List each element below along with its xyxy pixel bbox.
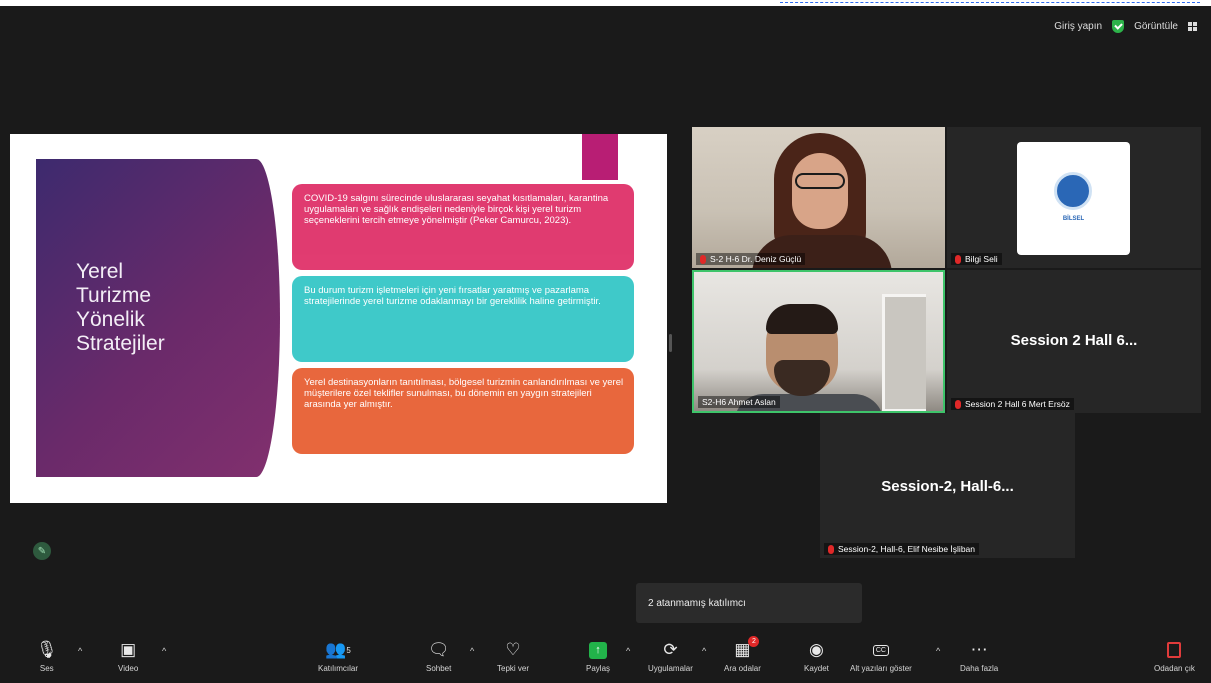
record-label: Kaydet [804,664,829,673]
background-door [882,294,926,411]
slide-title-line: Yönelik [76,308,145,331]
video-button[interactable]: ▣ Video [118,638,138,673]
audio-button[interactable]: 🎙 Ses [36,638,58,673]
selection-dash-line [780,2,1200,4]
participant-name-label: Session-2, Hall-6, Elif Nesibe İşliban [824,543,980,555]
logo-text: BİLSEL [1062,216,1085,222]
breakout-rooms-button[interactable]: ▦ 2 Ara odalar [724,636,761,673]
video-label: Video [118,664,139,673]
pen-cursor-icon: ✎ [33,542,51,560]
muted-mic-icon: 🎙 [36,640,58,659]
participants-label: Katılımcılar [318,664,359,673]
participant-display-name: Session-2, Hall-6... [881,478,1014,495]
chat-button[interactable]: 🗨 Sohbet [426,638,451,673]
globe-logo-icon [1054,172,1092,210]
slide-title-line: Yerel [76,260,124,283]
participant-video-tile[interactable]: Session 2 Hall 6... Session 2 Hall 6 Mer… [947,270,1201,413]
leave-room-button[interactable]: Odadan çık [1154,638,1195,673]
participant-face [792,153,848,229]
more-icon: ⋯ [970,640,988,659]
participants-icon: 👥 5 [325,640,351,659]
participant-video-tile[interactable]: BİLSEL Bilgi Seli [947,127,1201,268]
slide-title-line: Turizme [76,284,152,307]
breakout-rooms-icon: ▦ 2 [734,636,760,662]
captions-button[interactable]: CC Alt yazıları göster [850,638,912,673]
apps-label: Uygulamalar [648,664,693,673]
shared-screen-slide: Yerel Turizme Yönelik Stratejiler COVID-… [10,134,667,503]
meeting-toolbar: 🎙 Ses ^ ▣ Video ^ 👥 5 Katılımcılar 🗨 Sohb… [0,634,1211,683]
leave-icon [1167,638,1182,662]
slide-text-box-1: COVID-19 salgını sürecinde uluslararası … [292,184,634,270]
view-button[interactable]: Görüntüle [1134,21,1178,32]
breakout-rooms-label: Ara odalar [724,664,761,673]
participant-name-label: S2-H6 Ahmet Aslan [698,396,780,408]
participant-name: Session 2 Hall 6 Mert Ersöz [965,399,1070,409]
reactions-button[interactable]: ♡ Tepki ver [497,638,529,673]
breakout-badge: 2 [748,636,760,647]
participant-hair [766,304,838,334]
slide-title: Yerel Turizme Yönelik Stratejiler [76,260,165,356]
apps-options-caret[interactable]: ^ [702,646,706,656]
participant-video-tile[interactable]: Session-2, Hall-6... Session-2, Hall-6, … [820,413,1075,558]
slide-title-line: Stratejiler [76,332,165,355]
muted-mic-icon [955,254,961,264]
record-icon: ◉ [809,640,824,659]
more-label: Daha fazla [960,664,999,673]
captions-options-caret[interactable]: ^ [936,646,940,656]
captions-label: Alt yazıları göster [850,664,912,673]
sign-in-link[interactable]: Giriş yapın [1054,21,1102,32]
unassigned-participants-tooltip: 2 atanmamış katılımcı [636,583,862,623]
share-icon: ↑ [589,638,607,662]
muted-mic-icon [955,399,961,409]
participant-name-label: Session 2 Hall 6 Mert Ersöz [951,398,1074,410]
muted-mic-icon [700,254,706,264]
reactions-label: Tepki ver [497,664,530,673]
slide-text-box-2: Bu durum turizm işletmeleri için yeni fı… [292,276,634,362]
panel-resize-handle[interactable] [669,334,672,352]
share-options-caret[interactable]: ^ [626,646,630,656]
leave-label: Odadan çık [1154,664,1195,673]
video-options-caret[interactable]: ^ [162,646,166,656]
participant-name: S2-H6 Ahmet Aslan [702,397,776,407]
glasses-shape [795,173,845,189]
more-button[interactable]: ⋯ Daha fazla [960,638,998,673]
participant-video-tile[interactable]: S-2 H-6 Dr. Deniz Güçlü [692,127,945,268]
apps-button[interactable]: ⟳ Uygulamalar [648,638,693,673]
captions-icon: CC [872,638,889,662]
slide-text-box-3: Yerel destinasyonların tanıtılması, bölg… [292,368,634,454]
shield-icon[interactable] [1112,20,1125,33]
participant-display-name: Session 2 Hall 6... [1010,332,1138,349]
participant-name: S-2 H-6 Dr. Deniz Güçlü [710,254,802,264]
apps-icon: ⟳ [663,640,678,659]
participant-name: Session-2, Hall-6, Elif Nesibe İşliban [838,544,976,554]
record-button[interactable]: ◉ Kaydet [804,638,829,673]
top-right-bar: Giriş yapın Görüntüle [1054,20,1197,33]
video-off-icon: ▣ [120,640,137,659]
audio-options-caret[interactable]: ^ [78,646,82,656]
participant-logo-card: BİLSEL [1017,142,1130,255]
audio-label: Ses [39,664,54,673]
grid-view-icon[interactable] [1188,22,1197,31]
participant-name: Bilgi Seli [965,254,998,264]
slide-accent-bar [582,134,618,180]
participants-count: 5 [346,645,351,655]
chat-options-caret[interactable]: ^ [470,646,474,656]
participants-button[interactable]: 👥 5 Katılımcılar [318,638,358,673]
top-edge-strip [0,0,1211,6]
chat-icon: 🗨 [427,640,450,659]
participant-beard [774,360,830,396]
muted-mic-icon [828,544,834,554]
share-label: Paylaş [586,664,611,673]
heart-icon: ♡ [505,640,521,659]
chat-label: Sohbet [426,664,452,673]
participant-name-label: Bilgi Seli [951,253,1002,265]
participant-name-label: S-2 H-6 Dr. Deniz Güçlü [696,253,806,265]
share-button[interactable]: ↑ Paylaş [586,638,610,673]
active-speaker-video-tile[interactable]: S2-H6 Ahmet Aslan [692,270,945,413]
